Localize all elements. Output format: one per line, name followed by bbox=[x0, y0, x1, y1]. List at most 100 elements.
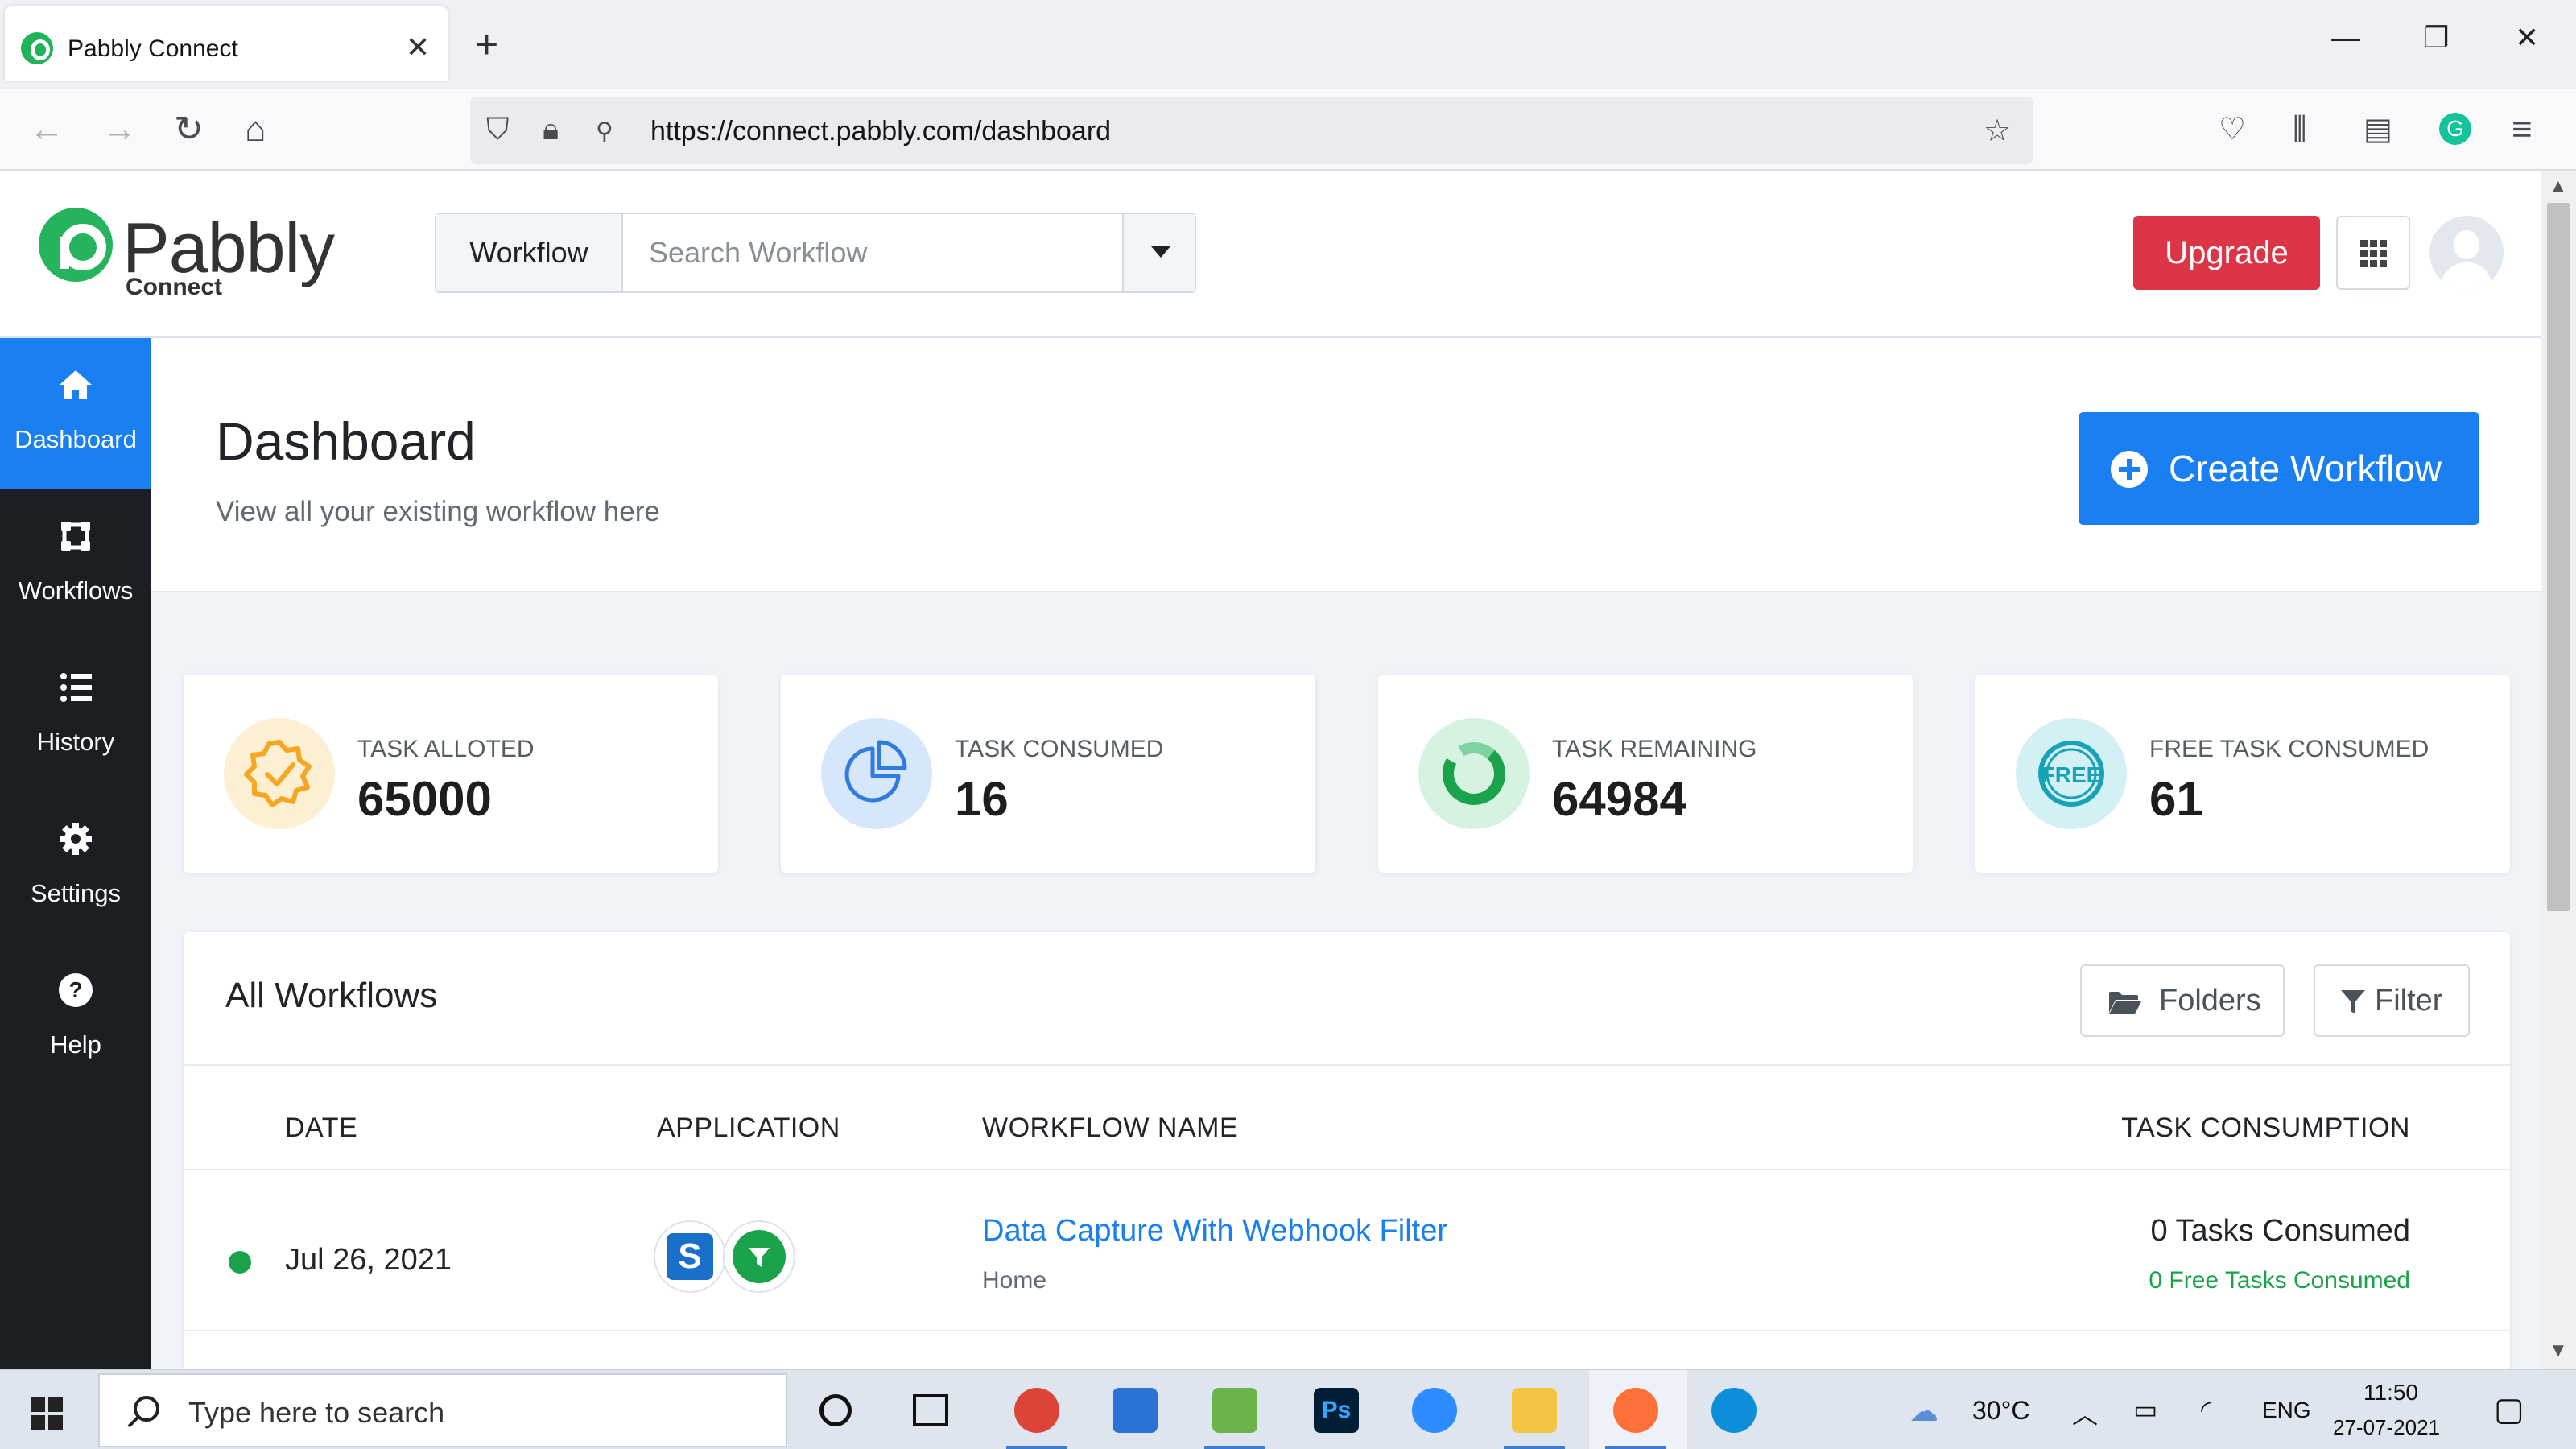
app-badge: S bbox=[654, 1220, 726, 1293]
folders-button[interactable]: Folders bbox=[2080, 964, 2285, 1037]
sidebar-item-help[interactable]: ? Help bbox=[0, 943, 151, 1095]
close-tab-icon[interactable]: ✕ bbox=[406, 31, 430, 64]
chevron-up-icon[interactable]: ︿ bbox=[2072, 1394, 2098, 1431]
reload-icon[interactable]: ↻ bbox=[174, 109, 204, 150]
wifi-icon[interactable]: ◜ bbox=[2201, 1394, 2211, 1425]
active-indicator bbox=[1605, 1446, 1666, 1449]
close-window-icon[interactable]: ✕ bbox=[2515, 21, 2539, 55]
photoshop-icon[interactable]: Ps bbox=[1314, 1388, 1359, 1433]
permissions-icon[interactable]: ⚲ bbox=[596, 118, 613, 146]
upgrade-button[interactable]: Upgrade bbox=[2133, 216, 2320, 290]
status-dot-icon bbox=[229, 1251, 251, 1274]
filter-icon bbox=[2341, 990, 2365, 1014]
clock-date[interactable]: 27-07-2021 bbox=[2333, 1415, 2440, 1440]
minimize-icon[interactable]: — bbox=[2331, 21, 2360, 55]
stat-card-task-alloted: TASK ALLOTED 65000 bbox=[184, 675, 718, 873]
shield-icon[interactable]: ⛉ bbox=[486, 113, 510, 147]
filter-label: Filter bbox=[2375, 984, 2443, 1018]
workflow-search: Workflow bbox=[435, 213, 1196, 293]
avatar[interactable] bbox=[2429, 216, 2504, 290]
reader-view-icon[interactable]: ▤ bbox=[2363, 109, 2392, 150]
plus-circle-icon bbox=[2111, 451, 2148, 488]
bookmark-star-icon[interactable]: ☆ bbox=[1984, 113, 2011, 149]
create-workflow-button[interactable]: Create Workflow bbox=[2079, 412, 2479, 525]
new-tab-icon[interactable]: + bbox=[475, 21, 498, 68]
app-s-icon: S bbox=[667, 1233, 713, 1280]
forward-icon[interactable]: → bbox=[101, 109, 137, 150]
edge-icon[interactable] bbox=[1711, 1388, 1757, 1433]
search-input[interactable] bbox=[625, 214, 1116, 291]
weather-icon[interactable]: ☁ bbox=[1909, 1394, 1938, 1428]
apps-button[interactable] bbox=[2336, 216, 2410, 290]
svg-text:FREE: FREE bbox=[2041, 762, 2102, 787]
question-icon: ? bbox=[59, 973, 93, 1007]
cortana-icon[interactable] bbox=[819, 1394, 852, 1426]
taskbar-search[interactable]: Type here to search bbox=[98, 1373, 787, 1447]
page-subtitle: View all your existing workflow here bbox=[216, 496, 660, 527]
gear-icon bbox=[60, 823, 92, 855]
battery-icon[interactable]: ▭ bbox=[2133, 1394, 2157, 1425]
app-badge bbox=[723, 1220, 795, 1293]
stat-value: 16 bbox=[955, 772, 1009, 826]
create-workflow-label: Create Workflow bbox=[2169, 448, 2442, 489]
web-page: Pabbly Connect Workflow Upgrade Dashboar… bbox=[0, 171, 2541, 1368]
sidebar-item-history[interactable]: History bbox=[0, 641, 151, 792]
filter-button[interactable]: Filter bbox=[2314, 964, 2470, 1037]
lock-icon[interactable]: 🔒︎ bbox=[543, 113, 559, 147]
clock-time[interactable]: 11:50 bbox=[2363, 1380, 2418, 1406]
sidebar-item-workflows[interactable]: Workflows bbox=[0, 489, 151, 641]
scroll-thumb[interactable] bbox=[2547, 203, 2570, 911]
app-header: Pabbly Connect Workflow Upgrade bbox=[0, 171, 2541, 338]
badge-check-icon bbox=[224, 718, 335, 829]
stat-value: 64984 bbox=[1552, 772, 1686, 826]
ring-chart-icon bbox=[1418, 718, 1530, 829]
address-bar[interactable]: ⛉ 🔒︎ ⚲ https://connect.pabbly.com/dashbo… bbox=[470, 97, 2033, 164]
workflow-folder: Home bbox=[982, 1267, 1047, 1294]
free-tasks-consumed: 0 Free Tasks Consumed bbox=[2149, 1267, 2410, 1294]
scroll-down-icon[interactable]: ▼ bbox=[2549, 1340, 2568, 1362]
restore-icon[interactable]: ❐ bbox=[2423, 21, 2449, 55]
notifications-icon[interactable]: ▢ bbox=[2494, 1391, 2524, 1428]
stat-label: TASK CONSUMED bbox=[955, 736, 1164, 762]
pocket-icon[interactable]: ♡ bbox=[2219, 109, 2246, 150]
workflow-name-link[interactable]: Data Capture With Webhook Filter bbox=[982, 1214, 1447, 1249]
url-text[interactable]: https://connect.pabbly.com/dashboard bbox=[650, 116, 1111, 147]
zoom-icon[interactable] bbox=[1412, 1388, 1457, 1433]
firefox-icon[interactable] bbox=[1613, 1388, 1658, 1433]
library-icon[interactable]: ⫼ bbox=[2293, 109, 2306, 150]
all-workflows-panel: All Workflows Folders Filter DATE APPLIC… bbox=[184, 932, 2510, 1368]
file-explorer-icon[interactable] bbox=[1512, 1388, 1557, 1433]
chrome-icon[interactable] bbox=[1014, 1388, 1059, 1433]
stat-label: FREE TASK CONSUMED bbox=[2149, 736, 2429, 762]
task-view-icon[interactable] bbox=[913, 1394, 948, 1426]
folders-label: Folders bbox=[2159, 984, 2261, 1018]
workflows-icon bbox=[61, 522, 90, 551]
language-indicator[interactable]: ENG bbox=[2262, 1397, 2311, 1423]
mail-icon[interactable] bbox=[1113, 1388, 1158, 1433]
home-icon[interactable]: ⌂ bbox=[245, 109, 266, 150]
grammarly-icon[interactable]: G bbox=[2439, 113, 2471, 145]
active-indicator bbox=[1204, 1446, 1265, 1449]
folder-icon bbox=[2109, 992, 2141, 1014]
grid-icon bbox=[2360, 240, 2388, 267]
back-icon[interactable]: ← bbox=[29, 109, 64, 150]
weather-temp[interactable]: 30°C bbox=[1972, 1396, 2030, 1426]
pabbly-logo-icon[interactable] bbox=[39, 208, 113, 282]
section-title: All Workflows bbox=[225, 976, 438, 1015]
page-scrollbar[interactable]: ▲ ▼ bbox=[2541, 171, 2576, 1368]
chevron-down-icon[interactable] bbox=[1122, 214, 1195, 291]
sidebar-item-dashboard[interactable]: Dashboard bbox=[0, 338, 151, 489]
windows-start-icon[interactable] bbox=[31, 1397, 63, 1430]
divider bbox=[184, 1169, 2510, 1170]
sidebar-item-label: Workflows bbox=[18, 576, 134, 605]
browser-tab-bar: Pabbly Connect ✕ + — ❐ ✕ bbox=[0, 0, 2576, 89]
stat-label: TASK REMAINING bbox=[1552, 736, 1757, 762]
scroll-up-icon[interactable]: ▲ bbox=[2549, 175, 2568, 198]
paint-icon[interactable] bbox=[1212, 1388, 1257, 1433]
browser-toolbar: ← → ↻ ⌂ ⛉ 🔒︎ ⚲ https://connect.pabbly.co… bbox=[0, 89, 2576, 171]
browser-tab[interactable]: Pabbly Connect ✕ bbox=[5, 6, 448, 80]
menu-icon[interactable]: ≡ bbox=[2512, 109, 2533, 150]
sidebar-item-settings[interactable]: Settings bbox=[0, 792, 151, 943]
tasks-consumed: 0 Tasks Consumed bbox=[2150, 1214, 2410, 1248]
sidebar-item-label: Settings bbox=[30, 879, 121, 907]
